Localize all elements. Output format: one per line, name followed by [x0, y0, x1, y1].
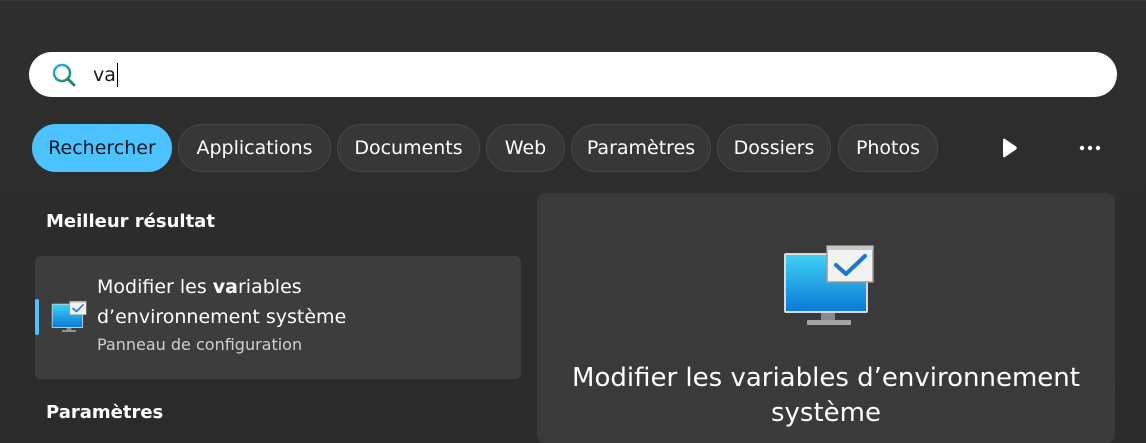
search-icon [52, 63, 76, 87]
play-icon[interactable] [989, 128, 1029, 168]
best-result-heading: Meilleur résultat [46, 211, 215, 232]
settings-heading: Paramètres [46, 402, 164, 423]
filter-documents[interactable]: Documents [337, 124, 480, 172]
filter-applications[interactable]: Applications [178, 124, 331, 172]
system-properties-icon [784, 245, 874, 325]
best-result-item[interactable]: Modifier les variables d’environnement sy… [35, 256, 521, 379]
search-query[interactable]: va [93, 63, 118, 87]
search-panel: va Rechercher Applications Documents Web… [0, 0, 1146, 443]
best-result-title: Modifier les variables d’environnement sy… [97, 276, 347, 328]
filter-dossiers[interactable]: Dossiers [717, 124, 831, 172]
best-result-subtitle: Panneau de configuration [97, 335, 303, 354]
search-input[interactable]: va [29, 52, 1117, 97]
filter-photos[interactable]: Photos [838, 124, 938, 172]
system-properties-icon [51, 301, 87, 332]
selection-indicator [35, 299, 39, 335]
filter-rechercher[interactable]: Rechercher [32, 124, 172, 172]
preview-title: Modifier les variables d’environnement s… [572, 363, 1080, 428]
preview-pane: Modifier les variables d’environnement s… [537, 193, 1115, 443]
filter-web[interactable]: Web [486, 124, 565, 172]
more-icon[interactable] [1070, 128, 1110, 168]
filter-parametres[interactable]: Paramètres [571, 124, 711, 172]
text-caret [116, 63, 118, 87]
